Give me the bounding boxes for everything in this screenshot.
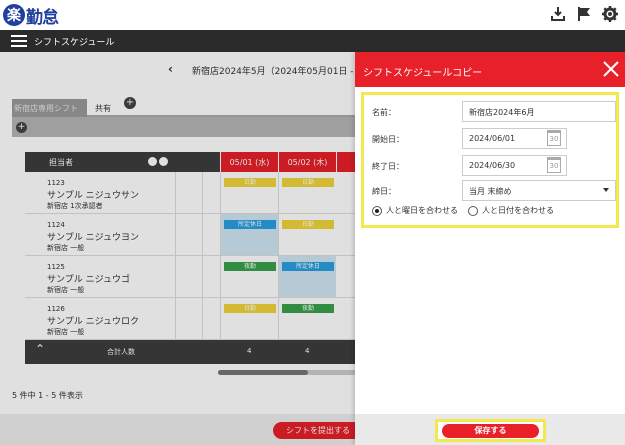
radio-date-label: 人と日付を合わせる [482, 206, 554, 215]
flag-icon[interactable] [575, 5, 593, 23]
tab-shinjuku[interactable]: 新宿店専用シフト [12, 99, 87, 117]
scroll-thumb[interactable] [218, 370, 308, 375]
staff-id: 1124 [47, 221, 65, 229]
shift-cell[interactable]: 所定休日 [220, 214, 278, 255]
radio-date[interactable]: 人と日付を合わせる [468, 205, 554, 216]
gear-icon[interactable] [601, 5, 619, 23]
shift-chip: 日勤 [224, 304, 276, 313]
logo-text: 勤怠 [26, 7, 59, 28]
table-row[interactable]: 1123 サンプル ニジュウサン 新宿店 1次承認者 日勤 日勤 [25, 172, 365, 214]
total-label: 合計人数 [107, 348, 135, 356]
radio-weekday[interactable]: 人と曜日を合わせる [372, 205, 458, 216]
staff-id: 1125 [47, 263, 65, 271]
horizontal-scrollbar[interactable] [218, 370, 358, 375]
cutoff-select[interactable]: 当月 末締め [462, 180, 616, 201]
inbox-download-icon[interactable] [549, 5, 567, 23]
staff-name: サンプル ニジュウゴ [47, 275, 130, 285]
staff-role: 新宿店 一般 [47, 244, 85, 252]
add-icon[interactable]: + [16, 122, 27, 133]
copy-mode-radios: 人と曜日を合わせる 人と日付を合わせる [372, 205, 554, 216]
nav-bar: シフトスケジュール [0, 30, 625, 52]
save-button[interactable]: 保存する [442, 424, 539, 438]
cutoff-row: 締日： 当月 末締め [364, 180, 616, 202]
shift-chip: 所定休日 [224, 220, 276, 229]
staff-role: 新宿店 一般 [47, 328, 85, 336]
name-field[interactable]: 新宿店2024年6月 [462, 101, 616, 122]
staff-id: 1123 [47, 179, 65, 187]
link-icon[interactable] [175, 256, 201, 297]
staff-name: サンプル ニジュウロク [47, 317, 139, 327]
shift-chip: 夜勤 [224, 262, 276, 271]
sort-icon[interactable] [148, 157, 157, 166]
radio-selected-icon[interactable] [372, 205, 382, 216]
copy-schedule-panel: シフトスケジュールコピー 名前： 新宿店2024年6月 開始日： 2024/06… [355, 52, 625, 445]
chevron-left-icon[interactable]: ‹ [168, 62, 173, 76]
table-row[interactable]: 1125 サンプル ニジュウゴ 新宿店 一般 夜勤 所定休日 [25, 256, 365, 298]
shift-chip: 日勤 [282, 178, 334, 187]
shift-cell[interactable]: 日勤 [278, 214, 336, 255]
period-title: 新宿店2024年5月（2024年05月01日 - 20 [192, 67, 368, 77]
logo-mark: 楽 [3, 4, 25, 26]
start-label: 開始日： [372, 135, 404, 144]
chevron-down-icon [603, 188, 609, 192]
end-label: 終了日： [372, 162, 404, 171]
staff-role: 新宿店 一般 [47, 286, 85, 294]
filter-icon[interactable] [159, 157, 168, 166]
logo[interactable]: 楽 勤怠 [3, 3, 59, 28]
save-highlight: 保存する [435, 419, 546, 442]
panel-header: シフトスケジュールコピー [355, 52, 625, 87]
cutoff-label: 締日： [372, 187, 396, 196]
submit-shift-button[interactable]: シフトを提出する [273, 422, 363, 439]
shift-cell[interactable]: 日勤 [220, 172, 278, 213]
panel-title: シフトスケジュールコピー [363, 68, 483, 79]
day-header: 05/02 (木) [278, 152, 336, 172]
staff-id: 1126 [47, 305, 65, 313]
hamburger-menu-icon[interactable] [11, 35, 27, 47]
staff-name: サンプル ニジュウサン [47, 191, 139, 201]
name-label: 名前： [372, 108, 396, 117]
top-header: 楽 勤怠 [0, 0, 625, 30]
link-icon[interactable] [175, 298, 201, 339]
close-icon[interactable] [601, 59, 621, 79]
grid-header: 担当者 05/01 (水) 05/02 (木) [25, 152, 365, 172]
radio-unselected-icon[interactable] [468, 205, 478, 216]
day-header: 05/01 (水) [220, 152, 278, 172]
calendar-icon[interactable]: 30 [547, 157, 561, 173]
total-count: 4 [305, 347, 310, 355]
staff-name: サンプル ニジュウヨン [47, 233, 139, 243]
shift-chip: 夜勤 [282, 304, 334, 313]
grid-footer: ⌃ 合計人数 4 4 [25, 340, 365, 364]
link-icon[interactable] [175, 172, 201, 213]
shift-chip: 日勤 [224, 178, 276, 187]
shift-cell[interactable]: 夜勤 [278, 298, 336, 339]
add-tab-icon[interactable]: + [124, 97, 136, 109]
nav-title: シフトスケジュール [34, 38, 115, 48]
calendar-icon[interactable]: 30 [547, 130, 561, 146]
tab-shared[interactable]: 共有 [92, 99, 114, 117]
copy-form: 名前： 新宿店2024年6月 開始日： 2024/06/01 30 終了日： 2… [361, 92, 619, 228]
shift-cell[interactable]: 夜勤 [220, 256, 278, 297]
radio-weekday-label: 人と曜日を合わせる [386, 206, 458, 215]
total-count: 4 [247, 347, 252, 355]
shift-chip: 日勤 [282, 220, 334, 229]
panel-footer: 保存する [355, 414, 625, 445]
table-row[interactable]: 1126 サンプル ニジュウロク 新宿店 一般 日勤 夜勤 [25, 298, 365, 340]
cutoff-value: 当月 末締め [469, 187, 512, 196]
shift-cell[interactable]: 日勤 [220, 298, 278, 339]
start-row: 開始日： 2024/06/01 30 [364, 128, 616, 150]
name-row: 名前： 新宿店2024年6月 [364, 101, 616, 123]
record-count: 5 件中 1 - 5 件表示 [12, 391, 83, 400]
shift-cell[interactable]: 所定休日 [278, 256, 336, 297]
end-row: 終了日： 2024/06/30 30 [364, 155, 616, 177]
chevron-up-icon[interactable]: ⌃ [35, 342, 45, 356]
staff-role: 新宿店 1次承認者 [47, 202, 103, 210]
shift-chip: 所定休日 [282, 262, 334, 271]
link-icon[interactable] [175, 214, 201, 255]
shift-cell[interactable]: 日勤 [278, 172, 336, 213]
shift-grid: 担当者 05/01 (水) 05/02 (木) 1123 サンプル ニジュウサン… [25, 152, 365, 364]
table-row[interactable]: 1124 サンプル ニジュウヨン 新宿店 一般 所定休日 日勤 [25, 214, 365, 256]
